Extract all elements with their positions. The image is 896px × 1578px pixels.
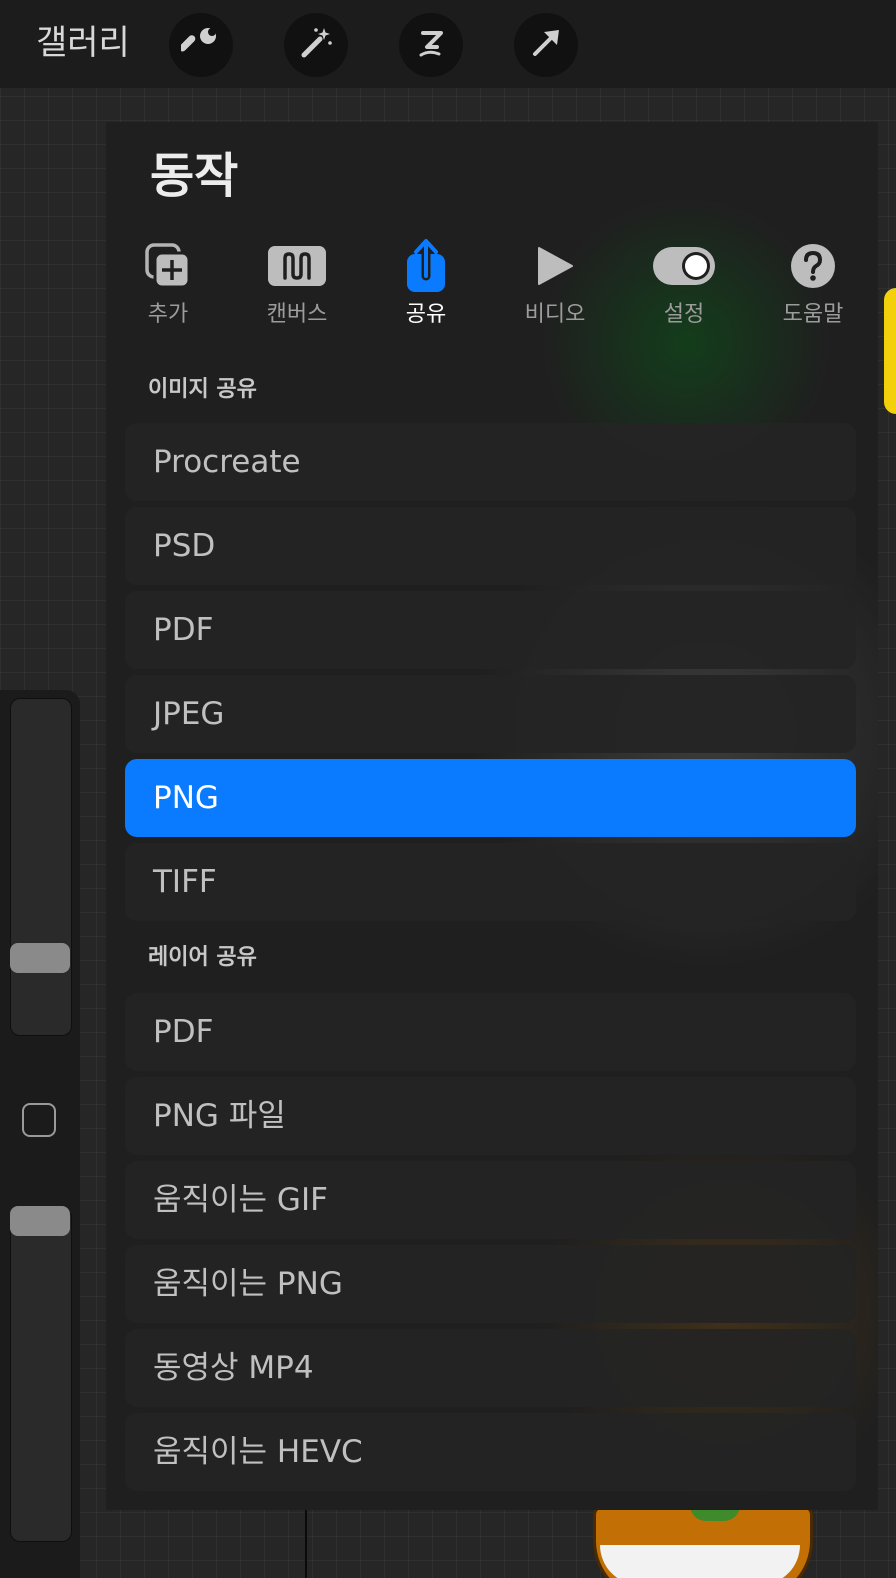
magic-wand-icon	[296, 23, 336, 67]
share-png-files-item[interactable]: PNG 파일	[125, 1077, 856, 1155]
artwork-pot-base	[600, 1545, 800, 1578]
share-procreate-item[interactable]: Procreate	[125, 423, 856, 501]
top-toolbar: 갤러리	[0, 0, 896, 88]
list-item-label: 움직이는 GIF	[153, 1182, 328, 1218]
share-png-item[interactable]: PNG	[125, 759, 856, 837]
opacity-handle[interactable]	[10, 1206, 70, 1236]
list-item-label: PDF	[153, 612, 214, 648]
share-layers-pdf-item[interactable]: PDF	[125, 993, 856, 1071]
artwork-stroke	[305, 1510, 307, 1578]
canvas-icon	[267, 244, 327, 292]
share-icon	[404, 238, 448, 298]
tab-share-label: 공유	[405, 302, 447, 327]
tab-share[interactable]: 공유	[366, 236, 486, 332]
help-icon	[790, 243, 836, 293]
play-icon	[535, 245, 575, 291]
list-item-label: PNG 파일	[153, 1098, 286, 1134]
list-item-label: PNG	[153, 780, 219, 816]
tab-add-label: 추가	[147, 302, 189, 327]
tab-video[interactable]: 비디오	[495, 236, 615, 332]
share-layers-title: 레이어 공유	[148, 945, 257, 970]
share-jpeg-item[interactable]: JPEG	[125, 675, 856, 753]
tab-canvas-label: 캔버스	[266, 302, 328, 327]
share-tiff-item[interactable]: TIFF	[125, 843, 856, 921]
selection-tool-button[interactable]	[399, 13, 463, 77]
list-item-label: 움직이는 PNG	[153, 1266, 343, 1302]
share-animated-mp4-item[interactable]: 동영상 MP4	[125, 1329, 856, 1407]
list-item-label: PSD	[153, 528, 216, 564]
list-item-label: Procreate	[153, 444, 301, 480]
tab-help[interactable]: 도움말	[753, 236, 873, 332]
add-icon	[144, 242, 192, 294]
tab-add[interactable]: 추가	[108, 236, 228, 332]
share-animated-png-item[interactable]: 움직이는 PNG	[125, 1245, 856, 1323]
share-psd-item[interactable]: PSD	[125, 507, 856, 585]
tab-canvas[interactable]: 캔버스	[237, 236, 357, 332]
share-pdf-item[interactable]: PDF	[125, 591, 856, 669]
wrench-icon	[179, 23, 221, 67]
tab-help-label: 도움말	[782, 302, 844, 327]
tab-prefs-label: 설정	[663, 302, 705, 327]
transform-arrow-icon	[526, 23, 566, 67]
actions-panel: 동작 추가 캔버스 공유 비디오 설정 도움말 이미지 공유 Procreate…	[106, 122, 878, 1510]
list-item-label: TIFF	[153, 864, 217, 900]
share-animated-gif-item[interactable]: 움직이는 GIF	[125, 1161, 856, 1239]
share-image-title: 이미지 공유	[148, 377, 257, 402]
transform-tool-button[interactable]	[514, 13, 578, 77]
tab-video-label: 비디오	[524, 302, 586, 327]
procreate-screen: 갤러리 동작 추가 캔버스 공유 비디오 설정 도움말 이미지 공유 Procr…	[0, 0, 896, 1578]
selection-icon	[411, 23, 451, 67]
artwork-yellow-shape	[884, 288, 896, 414]
list-item-label: 움직이는 HEVC	[153, 1434, 363, 1470]
gallery-button[interactable]: 갤러리	[36, 20, 130, 66]
share-animated-hevc-item[interactable]: 움직이는 HEVC	[125, 1413, 856, 1491]
list-item-label: JPEG	[153, 696, 225, 732]
tab-prefs[interactable]: 설정	[624, 236, 744, 332]
modify-button[interactable]	[22, 1103, 56, 1137]
opacity-slider[interactable]	[10, 1208, 72, 1542]
toggle-icon	[652, 246, 716, 290]
brush-size-slider[interactable]	[10, 698, 72, 1036]
adjustments-tool-button[interactable]	[284, 13, 348, 77]
list-item-label: 동영상 MP4	[153, 1350, 314, 1386]
panel-title: 동작	[150, 148, 239, 204]
actions-tool-button[interactable]	[169, 13, 233, 77]
brush-size-handle[interactable]	[10, 943, 70, 973]
list-item-label: PDF	[153, 1014, 214, 1050]
